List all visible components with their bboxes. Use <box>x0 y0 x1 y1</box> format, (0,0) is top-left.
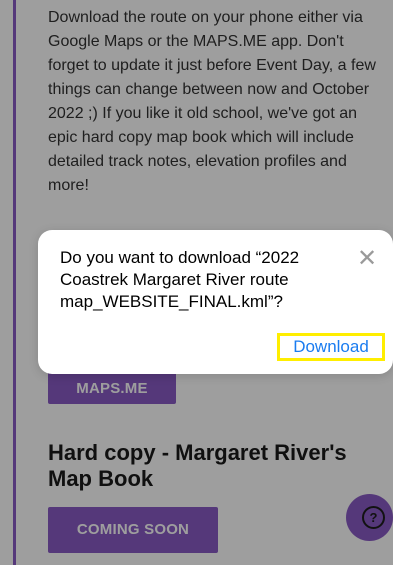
download-button[interactable]: Download <box>277 333 385 361</box>
close-icon[interactable]: ✕ <box>356 247 378 271</box>
dialog-message: Do you want to download “2022 Coastrek M… <box>60 248 300 311</box>
